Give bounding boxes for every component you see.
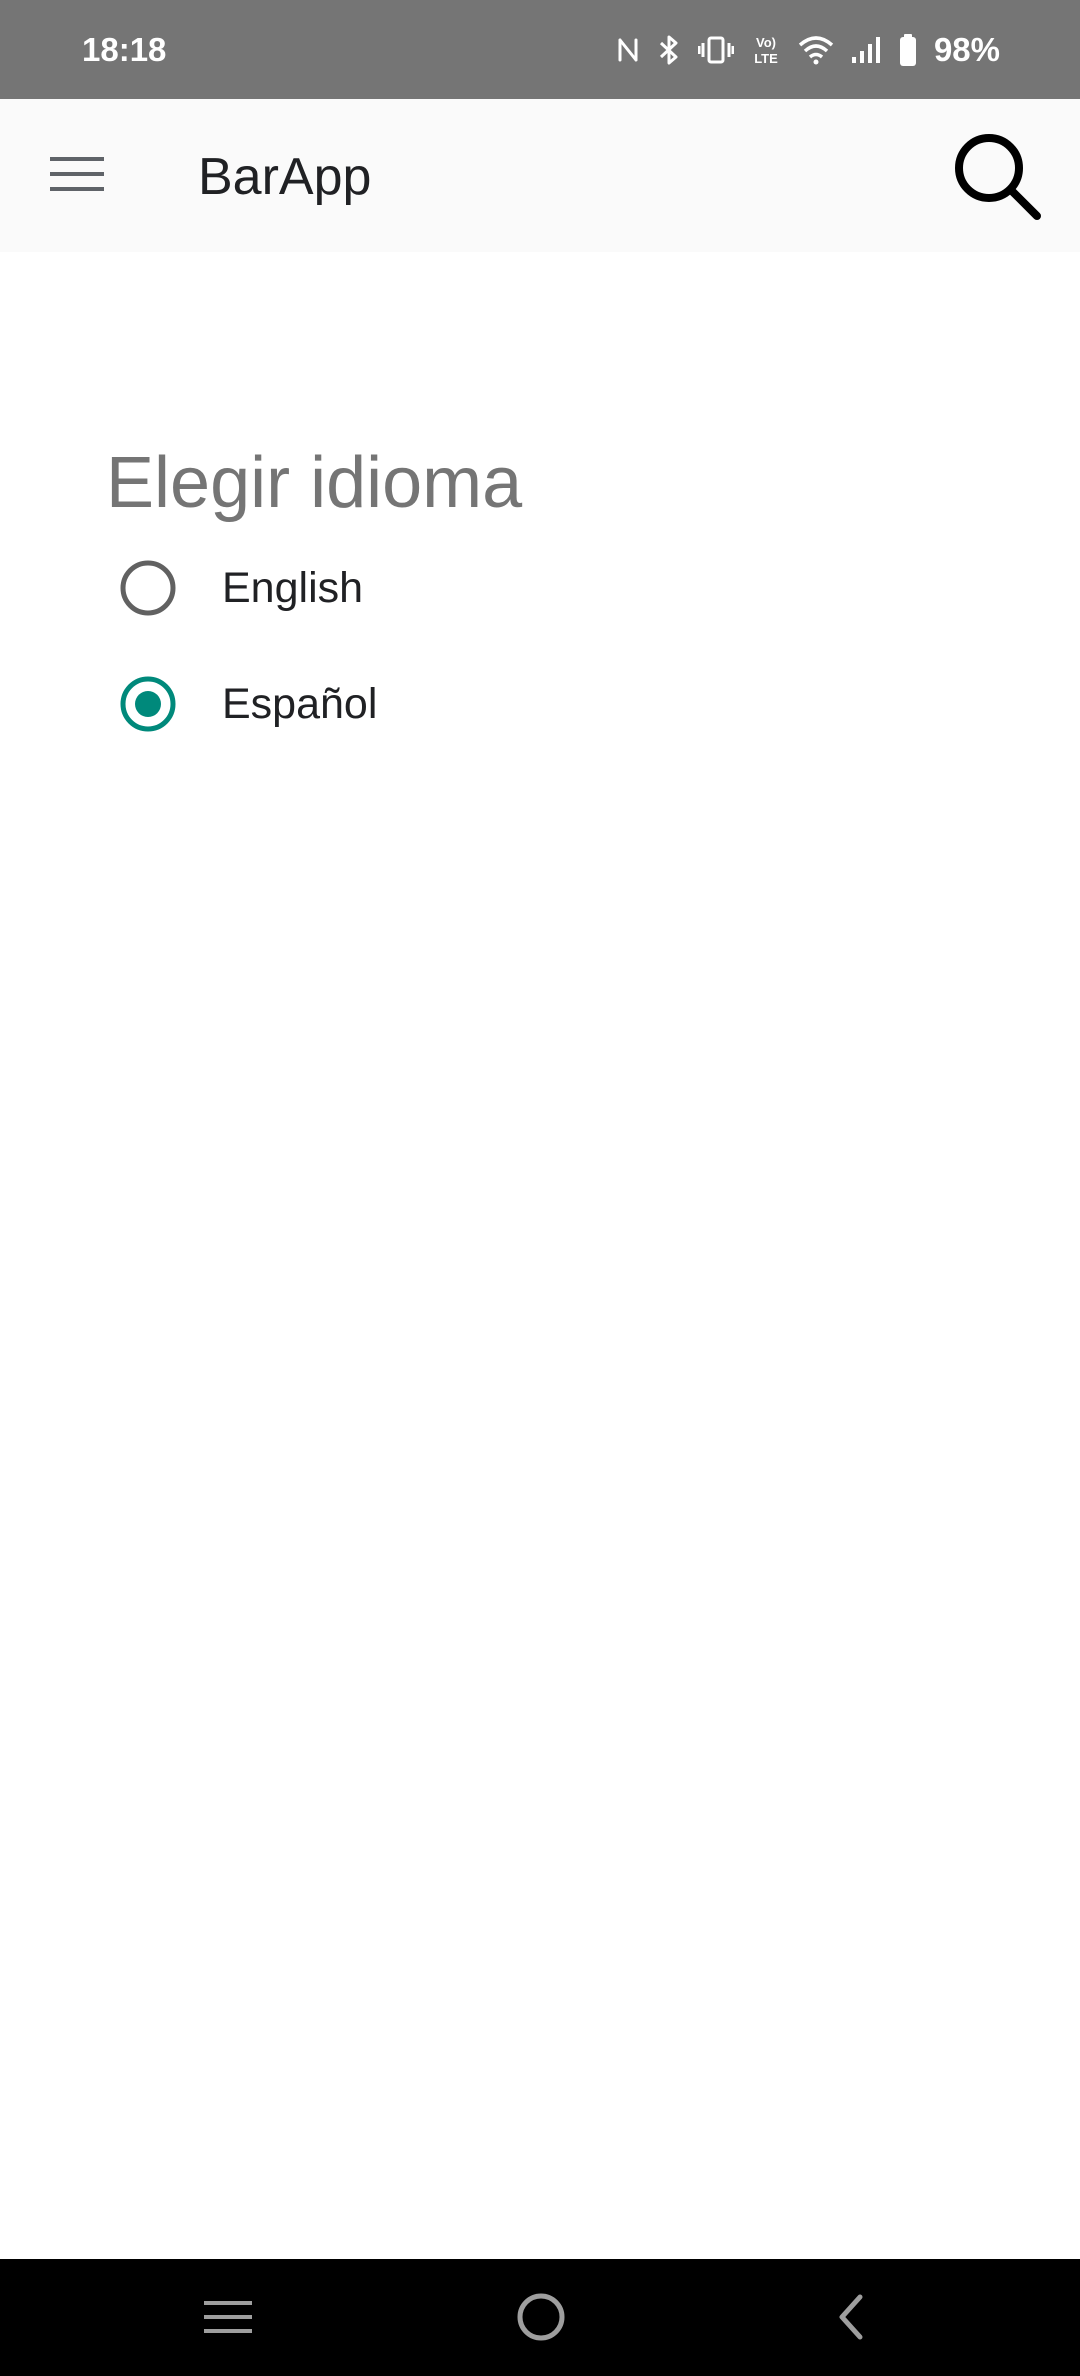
svg-text:Vo): Vo) (756, 35, 776, 50)
vibrate-icon (697, 35, 734, 65)
radio-label: Español (222, 680, 378, 728)
app-bar: BarApp (0, 99, 1080, 252)
status-bar: 18:18 Vo) LTE 98% (0, 0, 1080, 99)
home-icon (515, 2291, 567, 2348)
volte-icon: Vo) LTE (750, 33, 782, 67)
language-option-espanol[interactable]: Español (118, 659, 818, 749)
radio-unchecked-icon[interactable] (118, 558, 178, 618)
status-icons: Vo) LTE 98% (616, 26, 1000, 74)
wifi-icon (798, 35, 834, 65)
battery-icon (898, 33, 918, 67)
status-time: 18:18 (82, 31, 167, 68)
nfc-icon (616, 34, 640, 66)
app-title: BarApp (198, 148, 372, 206)
language-option-english[interactable]: English (118, 543, 818, 633)
svg-text:LTE: LTE (754, 51, 778, 66)
battery-percent: 98% (933, 31, 1000, 68)
recents-button[interactable] (188, 2279, 268, 2359)
search-icon (951, 130, 1043, 227)
menu-button[interactable] (36, 135, 118, 217)
back-button[interactable] (810, 2279, 890, 2359)
search-button[interactable] (942, 123, 1052, 233)
language-section-title: Elegir idioma (106, 443, 523, 523)
back-icon (830, 2291, 870, 2348)
recents-icon (202, 2297, 254, 2342)
hamburger-menu-icon (50, 154, 104, 199)
radio-label: English (222, 564, 364, 612)
radio-checked-icon[interactable] (118, 674, 178, 734)
bluetooth-icon (656, 33, 682, 67)
signal-icon (850, 35, 882, 65)
home-button[interactable] (501, 2279, 581, 2359)
system-nav-bar (0, 2259, 1080, 2376)
